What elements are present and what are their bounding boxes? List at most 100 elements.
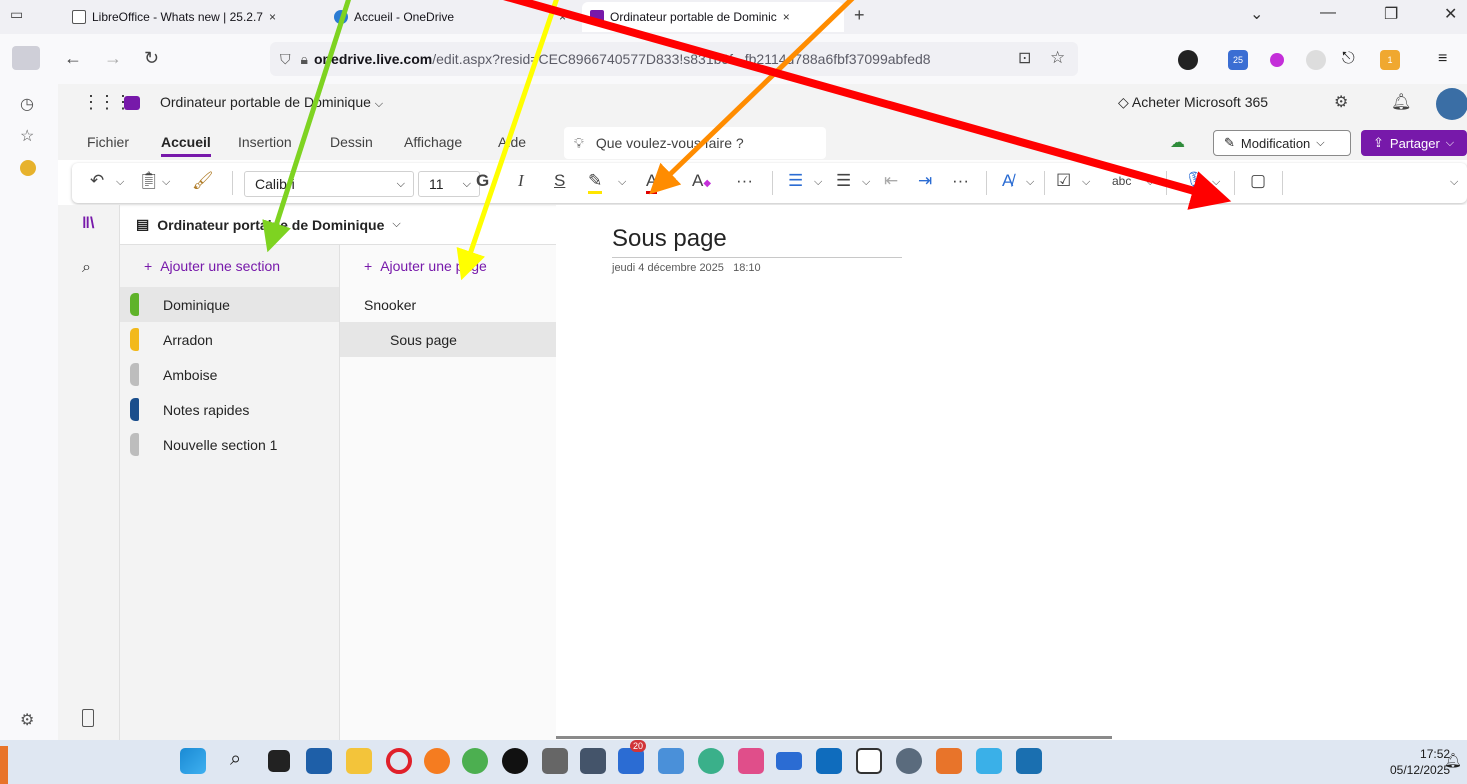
browser-tab-onenote[interactable]: Ordinateur portable de Dominic × [582,2,844,32]
app-launcher-icon[interactable]: ⋮⋮⋮ [82,92,132,113]
tag-icon[interactable]: ☑ [1056,171,1071,191]
cloud-app-icon[interactable] [976,748,1002,774]
bookmark-star-icon[interactable]: ☆ [1050,48,1065,68]
forward-icon[interactable]: → [104,48,122,69]
ribbon-expand-icon[interactable]: ⌵ [1450,176,1458,189]
section-item-arradon[interactable]: Arradon [120,322,339,357]
chevron-down-icon[interactable]: ⌵ [670,176,678,189]
section-item-notes-rapides[interactable]: Notes rapides [120,392,339,427]
numbered-list-icon[interactable]: ☰ [836,171,851,191]
media-app-icon[interactable] [776,752,802,770]
extension-snowflake-icon[interactable] [1270,53,1284,67]
chevron-down-icon[interactable]: ⌵ [1212,176,1220,189]
chevron-down-icon[interactable]: ⌵ [1026,176,1034,189]
file-explorer-icon[interactable] [346,748,372,774]
tab-list-icon[interactable]: ▭ [10,6,23,23]
start-icon[interactable] [180,748,206,774]
tab-overflow-icon[interactable]: ⌄ [1250,4,1263,24]
sync-status-icon[interactable]: ☁ [1170,133,1185,151]
reader-view-icon[interactable]: ⊡ [1018,48,1031,68]
history-icon[interactable]: ◷ [20,94,34,114]
highlight-icon[interactable]: ✎ [588,171,603,194]
tab-fichier[interactable]: Fichier [87,134,129,150]
snipping-tool-icon[interactable] [738,748,764,774]
calculator-icon[interactable] [580,748,606,774]
italic-button[interactable]: I [518,171,524,191]
editing-mode-dropdown[interactable]: ✎ Modification ⌵ [1213,130,1351,156]
mobile-view-icon[interactable] [82,709,94,727]
sidebar-toggle-icon[interactable] [12,46,40,70]
close-icon[interactable]: × [269,10,276,24]
back-icon[interactable]: ← [64,48,82,69]
styles-icon[interactable]: A̸ [1002,171,1013,191]
chevron-down-icon[interactable]: ⌵ [116,176,124,189]
share-button[interactable]: ⇪ Partager ⌵ [1361,130,1467,156]
extension-notif-icon[interactable]: 1 [1380,50,1400,70]
document-app-icon[interactable] [856,748,882,774]
notebook-title[interactable]: Ordinateur portable de Dominique ⌵ [160,94,383,111]
share-icon[interactable]: ⎋ [1342,50,1362,70]
page-item-sous-page[interactable]: Sous page [340,322,556,357]
system-clock[interactable]: 17:52 05/12/2025 [1390,746,1450,778]
more-formatting-button[interactable]: ··· [736,171,753,191]
decrease-indent-icon[interactable]: ⇤ [884,171,898,191]
browser-tab-libreoffice[interactable]: LibreOffice - Whats new | 25.2.7 × [64,2,320,32]
app-s-icon[interactable] [502,748,528,774]
page-canvas[interactable]: Sous page jeudi 4 décembre 2025 18:10 [556,205,1467,740]
font-name-select[interactable]: Calibri ⌵ [244,171,414,197]
firefox-icon[interactable] [424,748,450,774]
chevron-down-icon[interactable]: ⌵ [862,176,870,189]
extension-app-icon[interactable] [20,160,36,176]
chevron-down-icon[interactable]: ⌵ [618,176,626,189]
browser-tab-onedrive[interactable]: Accueil - OneDrive × [326,2,574,32]
chevron-down-icon[interactable]: ⌵ [1082,176,1090,189]
tab-insertion[interactable]: Insertion [238,134,292,150]
notification-bell-icon[interactable]: 🔔︎ [1391,92,1411,112]
presentation-app-icon[interactable] [936,748,962,774]
notebook-switcher[interactable]: ▤ Ordinateur portable de Dominique ⌵ [120,205,556,245]
tab-affichage[interactable]: Affichage [404,134,462,150]
new-tab-button[interactable]: + [854,5,865,26]
extension-badge-icon[interactable]: 25 [1228,50,1248,70]
sidebar-settings-icon[interactable]: ⚙ [20,710,34,730]
dictate-microphone-icon[interactable]: 🎙︎ [1184,171,1206,191]
tab-accueil[interactable]: Accueil [161,134,211,157]
tab-aide[interactable]: Aide [498,134,526,150]
underline-button[interactable]: S [554,171,565,191]
notebooks-icon[interactable]: ǁ\ [82,215,94,233]
page-item-snooker[interactable]: Snooker [340,287,556,322]
add-page-button[interactable]: + Ajouter une page [340,245,556,287]
extension-rss-icon[interactable] [1306,50,1326,70]
bookmarks-icon[interactable]: ☆ [20,126,34,146]
section-item-dominique[interactable]: Dominique [120,287,339,322]
more-paragraph-button[interactable]: ··· [952,171,969,191]
landscape-app-icon[interactable] [1016,748,1042,774]
url-bar[interactable]: ⛉ 🔒︎ onedrive.live.com /edit.aspx?resid=… [270,42,1078,76]
bold-button[interactable]: G [476,171,489,191]
buy-microsoft-365-link[interactable]: ◇ Acheter Microsoft 365 [1118,94,1268,111]
sticky-note-icon[interactable]: ▢ [1250,171,1266,191]
opera-icon[interactable] [386,748,412,774]
tab-dessin[interactable]: Dessin [330,134,373,150]
outlook-icon[interactable] [816,748,842,774]
page-title[interactable]: Sous page [612,225,902,258]
reload-icon[interactable]: ↻ [144,48,159,69]
restore-icon[interactable]: ❐ [1384,4,1398,24]
bullet-list-icon[interactable]: ☰ [788,171,803,191]
font-color-icon[interactable]: A [646,171,658,194]
section-item-nouvelle-section-1[interactable]: Nouvelle section 1 [120,427,339,462]
messaging-app-icon[interactable]: 20 [618,740,647,774]
pinwheel-app-icon[interactable] [462,748,488,774]
widgets-icon[interactable] [306,748,332,774]
photos-app-icon[interactable] [658,748,684,774]
minimize-icon[interactable]: — [1320,4,1336,22]
chevron-down-icon[interactable]: ⌵ [162,176,170,189]
search-icon[interactable]: ⌕ [230,748,256,774]
close-icon[interactable]: × [783,10,790,24]
settings-app-icon[interactable] [896,748,922,774]
add-section-button[interactable]: + Ajouter une section [120,245,339,287]
avatar[interactable] [1436,88,1467,120]
menu-icon[interactable]: ≡ [1438,50,1458,70]
section-item-amboise[interactable]: Amboise [120,357,339,392]
chevron-down-icon[interactable]: ⌵ [814,176,822,189]
